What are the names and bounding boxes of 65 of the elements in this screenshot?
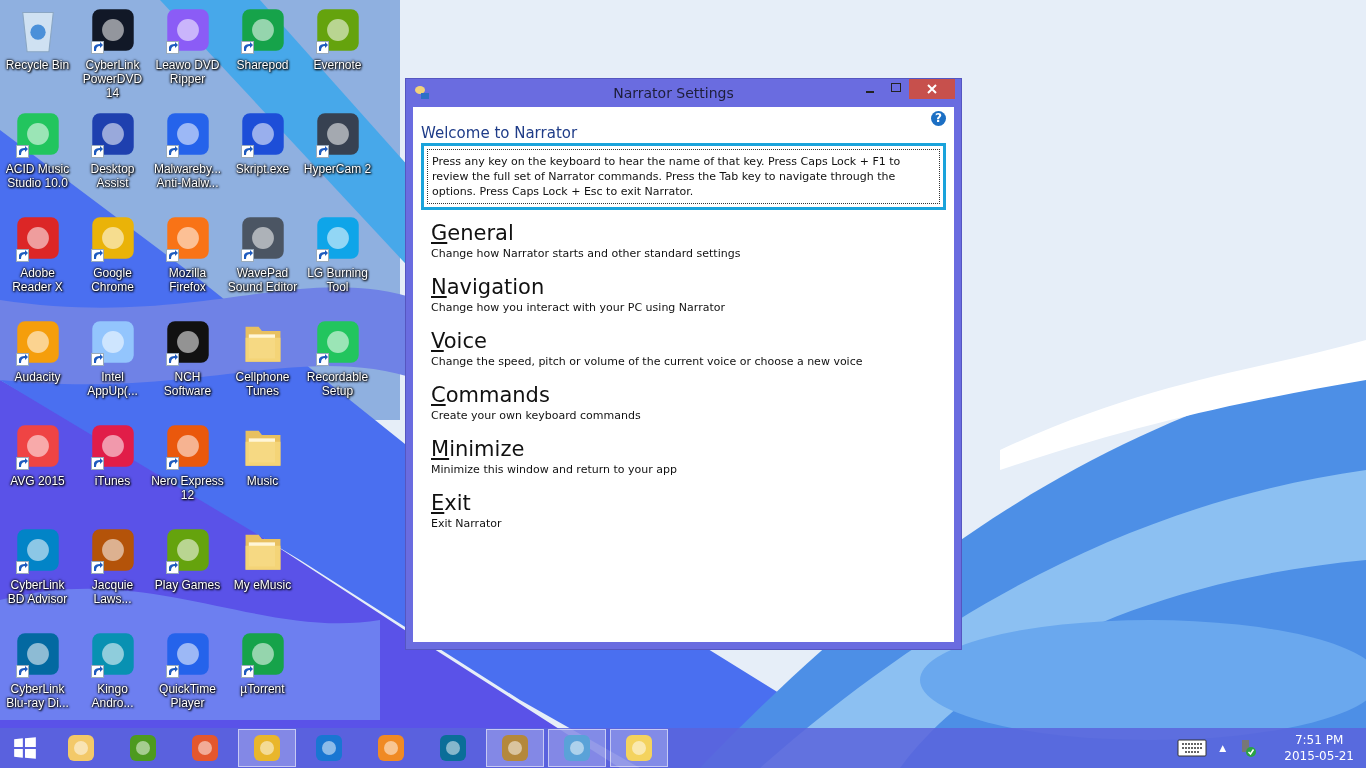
app-icon (314, 733, 344, 763)
icon-label: CyberLink PowerDVD 14 (81, 58, 144, 100)
icon-label: Jacquie Laws... (90, 578, 135, 606)
icon-label: My eMusic (232, 578, 293, 592)
icon-label: Play Games (153, 578, 222, 592)
icon-label: Sharepod (235, 58, 290, 72)
app-icon (128, 733, 158, 763)
clock-time[interactable]: 7:51 PM (1294, 732, 1344, 748)
keyboard-icon[interactable] (1177, 739, 1208, 757)
intro-text: Press any key on the keyboard to hear the name of that key. Press Caps Lock + F1 to review the full set of Narrator commands. Press the Tab key to navigate through the options. Press Caps Lock + Esc to exit Narrator. (427, 149, 940, 204)
section-description: Change how Narrator starts and other standard settings (431, 247, 742, 260)
icon-label: WavePad Sound Editor (226, 266, 299, 294)
icon-label: Leawo DVD Ripper (154, 58, 221, 86)
icon-label: AVG 2015 (9, 474, 66, 488)
app-icon (252, 733, 282, 763)
show-hidden-icons-button[interactable]: ▲ (1219, 743, 1227, 753)
section-description: Exit Narrator (431, 517, 503, 530)
app-icon (500, 733, 530, 763)
section-link[interactable]: Commands (431, 382, 946, 408)
icon-label: µTorrent (239, 682, 286, 696)
icon-label: LG Burning Tool (306, 266, 369, 294)
icon-label: Intel AppUp(... (86, 370, 139, 398)
section-link[interactable]: Exit (431, 490, 946, 516)
icon-label: Skript.exe (234, 162, 291, 176)
icon-label: Mozilla Firefox (167, 266, 208, 294)
section-description: Change the speed, pitch or volume of the current voice or choose a new voice (431, 355, 864, 368)
app-icon (624, 733, 654, 763)
close-button[interactable] (909, 79, 955, 99)
narrator-icon (414, 85, 430, 101)
app-icon (190, 733, 220, 763)
icon-label: Adobe Reader X (11, 266, 64, 294)
icon-label: Audacity (13, 370, 62, 384)
welcome-heading: Welcome to Narrator (421, 124, 579, 142)
section-link[interactable]: General (431, 220, 946, 246)
icon-label: Kingo Andro... (90, 682, 135, 710)
intro-box[interactable] (421, 143, 946, 210)
icon-label: Malwareby... Anti-Malw... (152, 162, 223, 190)
app-icon (66, 733, 96, 763)
section-link[interactable]: Navigation (431, 274, 946, 300)
section-link[interactable]: Voice (431, 328, 946, 354)
icon-label: Recycle Bin (4, 58, 71, 72)
icon-label: HyperCam 2 (302, 162, 373, 176)
help-icon[interactable]: ? (931, 111, 946, 126)
window-title: Narrator Settings (612, 85, 735, 101)
icon-label: QuickTime Player (158, 682, 217, 710)
icon-label: CyberLink BD Advisor (6, 578, 69, 606)
taskbar-button[interactable] (238, 729, 296, 767)
clock-date[interactable]: 2015-05-21 (1284, 748, 1354, 764)
windows-logo-icon[interactable] (12, 735, 38, 761)
app-icon (438, 733, 468, 763)
icon-label: CyberLink Blu-ray Di... (5, 682, 70, 710)
icon-label: Cellphone Tunes (234, 370, 291, 398)
icon-label: Nero Express 12 (150, 474, 225, 502)
section-description: Change how you interact with your PC using Narrator (431, 301, 726, 314)
icon-label: Google Chrome (90, 266, 135, 294)
icon-label: iTunes (93, 474, 132, 488)
icon-label: Music (245, 474, 280, 488)
section-description: Create your own keyboard commands (431, 409, 642, 422)
icon-label: NCH Software (162, 370, 213, 398)
app-icon (376, 733, 406, 763)
taskbar-button[interactable] (610, 729, 668, 767)
icon-label: Desktop Assist (89, 162, 136, 190)
section-link[interactable]: Minimize (431, 436, 946, 462)
app-icon (562, 733, 592, 763)
section-description: Minimize this window and return to your app (431, 463, 678, 476)
